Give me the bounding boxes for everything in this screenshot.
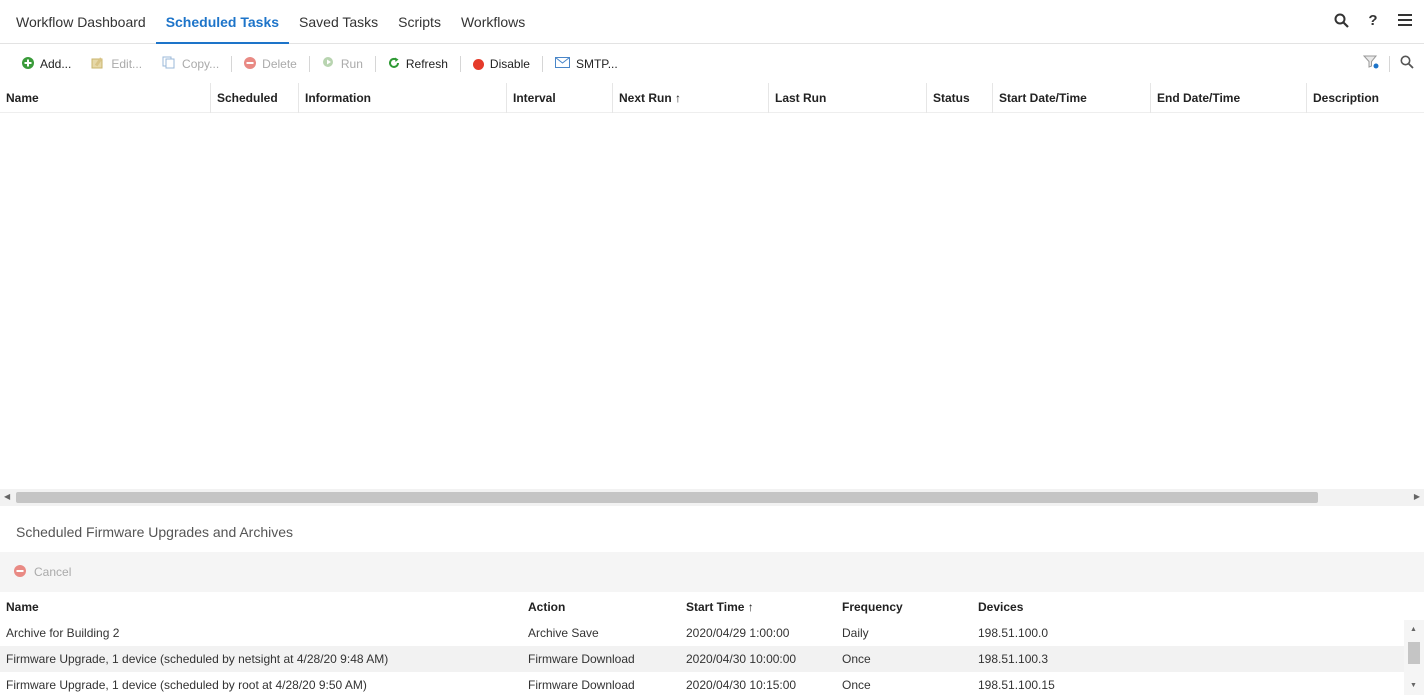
toolbar-divider [308,56,310,72]
vertical-scrollbar[interactable]: ▲ ▼ [1404,620,1424,695]
column-header-action[interactable]: Action [528,594,565,620]
column-header-scheduled[interactable]: Scheduled [210,83,298,113]
column-header-end-date-time[interactable]: End Date/Time [1150,83,1306,113]
cancel-icon [14,564,26,580]
tab-scheduled-tasks[interactable]: Scheduled Tasks [155,0,290,44]
row-devices: 198.51.100.0 [978,626,1049,640]
tab-workflows[interactable]: Workflows [451,0,535,44]
grid-search-icon[interactable] [1400,55,1414,72]
scroll-left-icon[interactable]: ◀ [4,492,10,501]
search-icon[interactable] [1332,10,1350,30]
row-name: Firmware Upgrade, 1 device (scheduled by… [6,678,367,692]
run-button[interactable]: Run [312,52,373,76]
task-toolbar: Add... Edit... Copy... Delete Run Refres… [0,45,1424,83]
toolbar-right-group [1362,55,1414,72]
column-header-description[interactable]: Description [1306,83,1424,113]
column-header-status[interactable]: Status [926,83,992,113]
table-row[interactable]: Firmware Upgrade, 1 device (scheduled by… [0,672,1404,695]
column-header-devices[interactable]: Devices [978,594,1023,620]
scroll-right-icon[interactable]: ▶ [1414,492,1420,501]
column-header-start-time[interactable]: Start Time ↑ [686,594,754,620]
row-action: Firmware Download [528,652,635,666]
scheduled-tasks-grid-body [0,113,1424,485]
smtp-label: SMTP... [575,57,618,71]
toolbar-divider [1389,55,1390,72]
menu-icon[interactable] [1396,10,1414,30]
help-icon[interactable]: ? [1364,10,1382,30]
toolbar-divider [231,56,233,72]
tab-saved-tasks[interactable]: Saved Tasks [289,0,388,44]
row-devices: 198.51.100.15 [978,678,1055,692]
column-header-name[interactable]: Name [0,83,210,113]
run-label: Run [340,57,363,71]
horizontal-scrollbar[interactable]: ◀ ▶ [0,489,1424,506]
column-header-last-run[interactable]: Last Run [768,83,926,113]
tab-workflow-dashboard[interactable]: Workflow Dashboard [6,0,156,44]
column-header-interval[interactable]: Interval [506,83,612,113]
add-icon [22,56,34,72]
refresh-icon [388,57,400,72]
run-icon [322,56,335,72]
toolbar-divider [459,56,461,72]
disable-button[interactable]: Disable [463,52,540,76]
disable-icon [472,58,484,70]
toolbar-divider [541,56,543,72]
copy-label: Copy... [182,57,220,71]
row-name: Archive for Building 2 [6,626,120,640]
envelope-icon [554,57,570,71]
row-name: Firmware Upgrade, 1 device (scheduled by… [6,652,389,666]
firmware-grid-header: Name Action Start Time ↑ Frequency Devic… [0,594,1424,620]
table-row[interactable]: Firmware Upgrade, 1 device (scheduled by… [0,646,1404,672]
row-action: Firmware Download [528,678,635,692]
row-devices: 198.51.100.3 [978,652,1049,666]
column-header-frequency[interactable]: Frequency [842,594,903,620]
row-start-time: 2020/04/30 10:15:00 [686,678,797,692]
column-header-next-run[interactable]: Next Run ↑ [612,83,768,113]
row-start-time: 2020/04/29 1:00:00 [686,626,790,640]
refresh-button[interactable]: Refresh [378,52,458,76]
row-frequency: Once [842,652,871,666]
scroll-down-icon[interactable]: ▼ [1410,682,1417,689]
filter-icon[interactable] [1362,55,1379,72]
row-start-time: 2020/04/30 10:00:00 [686,652,797,666]
tab-bar: Workflow Dashboard Scheduled Tasks Saved… [6,0,535,44]
nav-icon-group: ? [1332,10,1414,30]
delete-button[interactable]: Delete [234,52,307,76]
copy-button[interactable]: Copy... [152,52,229,76]
scrollbar-thumb[interactable] [16,492,1318,503]
cancel-button[interactable]: Cancel [34,565,71,579]
scroll-up-icon[interactable]: ▲ [1410,626,1417,633]
add-button[interactable]: Add... [12,52,81,76]
scrollbar-thumb[interactable] [1408,642,1420,664]
edit-label: Edit... [111,57,143,71]
firmware-panel-title: Scheduled Firmware Upgrades and Archives [16,524,294,540]
column-header-start-date-time[interactable]: Start Date/Time [992,83,1150,113]
disable-label: Disable [489,57,530,71]
copy-icon [162,56,176,72]
delete-icon [244,56,257,72]
column-header-name[interactable]: Name [6,594,39,620]
top-navigation: Workflow Dashboard Scheduled Tasks Saved… [0,0,1424,44]
edit-icon [91,56,105,72]
column-header-information[interactable]: Information [298,83,506,113]
tab-scripts[interactable]: Scripts [388,0,451,44]
refresh-label: Refresh [405,57,448,71]
smtp-button[interactable]: SMTP... [545,52,628,76]
row-frequency: Once [842,678,871,692]
toolbar-divider [374,56,376,72]
row-frequency: Daily [842,626,869,640]
row-action: Archive Save [528,626,599,640]
scheduled-tasks-grid-header: Name Scheduled Information Interval Next… [0,83,1424,113]
edit-button[interactable]: Edit... [81,52,152,76]
table-row[interactable]: Archive for Building 2 Archive Save 2020… [0,620,1404,646]
add-label: Add... [40,57,72,71]
firmware-panel-toolbar: Cancel [0,552,1424,592]
delete-label: Delete [262,57,297,71]
